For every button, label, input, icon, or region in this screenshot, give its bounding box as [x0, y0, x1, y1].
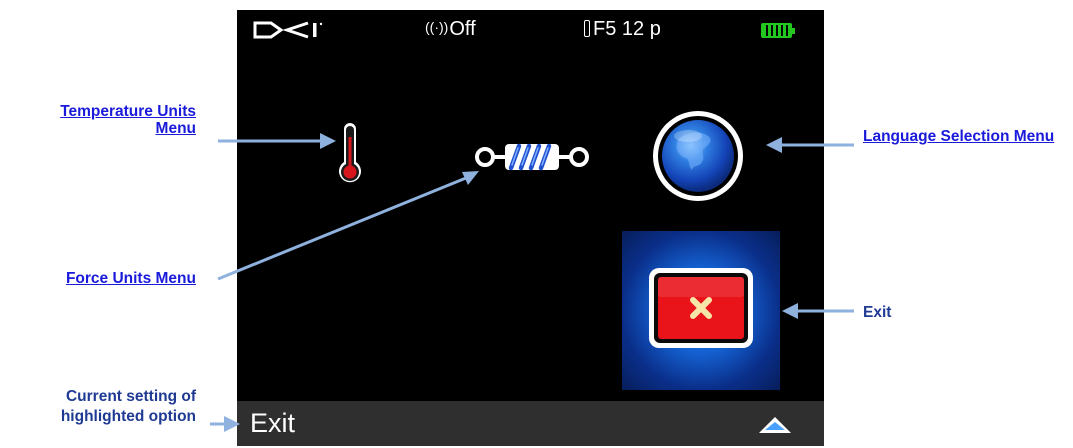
exit-arrowhead — [782, 303, 798, 319]
current-setting-arrowhead — [224, 416, 240, 432]
force-arrow — [217, 176, 467, 281]
temperature-arrowhead — [320, 133, 336, 149]
language-arrowhead — [766, 137, 782, 153]
callout-arrows — [210, 133, 854, 432]
